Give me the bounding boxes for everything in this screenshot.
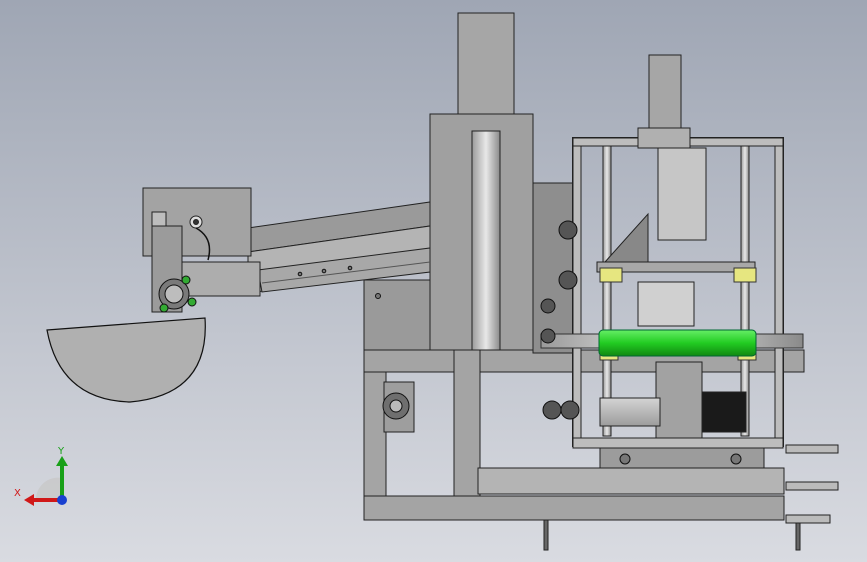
conveyor-arm: [247, 201, 431, 293]
y-axis-arrowhead: [56, 456, 68, 466]
sub-housing: [363, 279, 431, 351]
z-axis-dot: [57, 495, 67, 505]
x-axis-arrowhead: [24, 494, 34, 506]
upper-column: [429, 12, 534, 351]
coordinate-triad: Y X: [14, 446, 68, 506]
x-axis-label: X: [14, 488, 21, 499]
semicircle-plate: [46, 317, 206, 403]
base-sprocket: [382, 392, 410, 420]
y-axis-label: Y: [57, 446, 65, 457]
cad-viewport[interactable]: Y X: [0, 0, 867, 562]
machine-assembly-drawing: Y X: [14, 12, 839, 551]
